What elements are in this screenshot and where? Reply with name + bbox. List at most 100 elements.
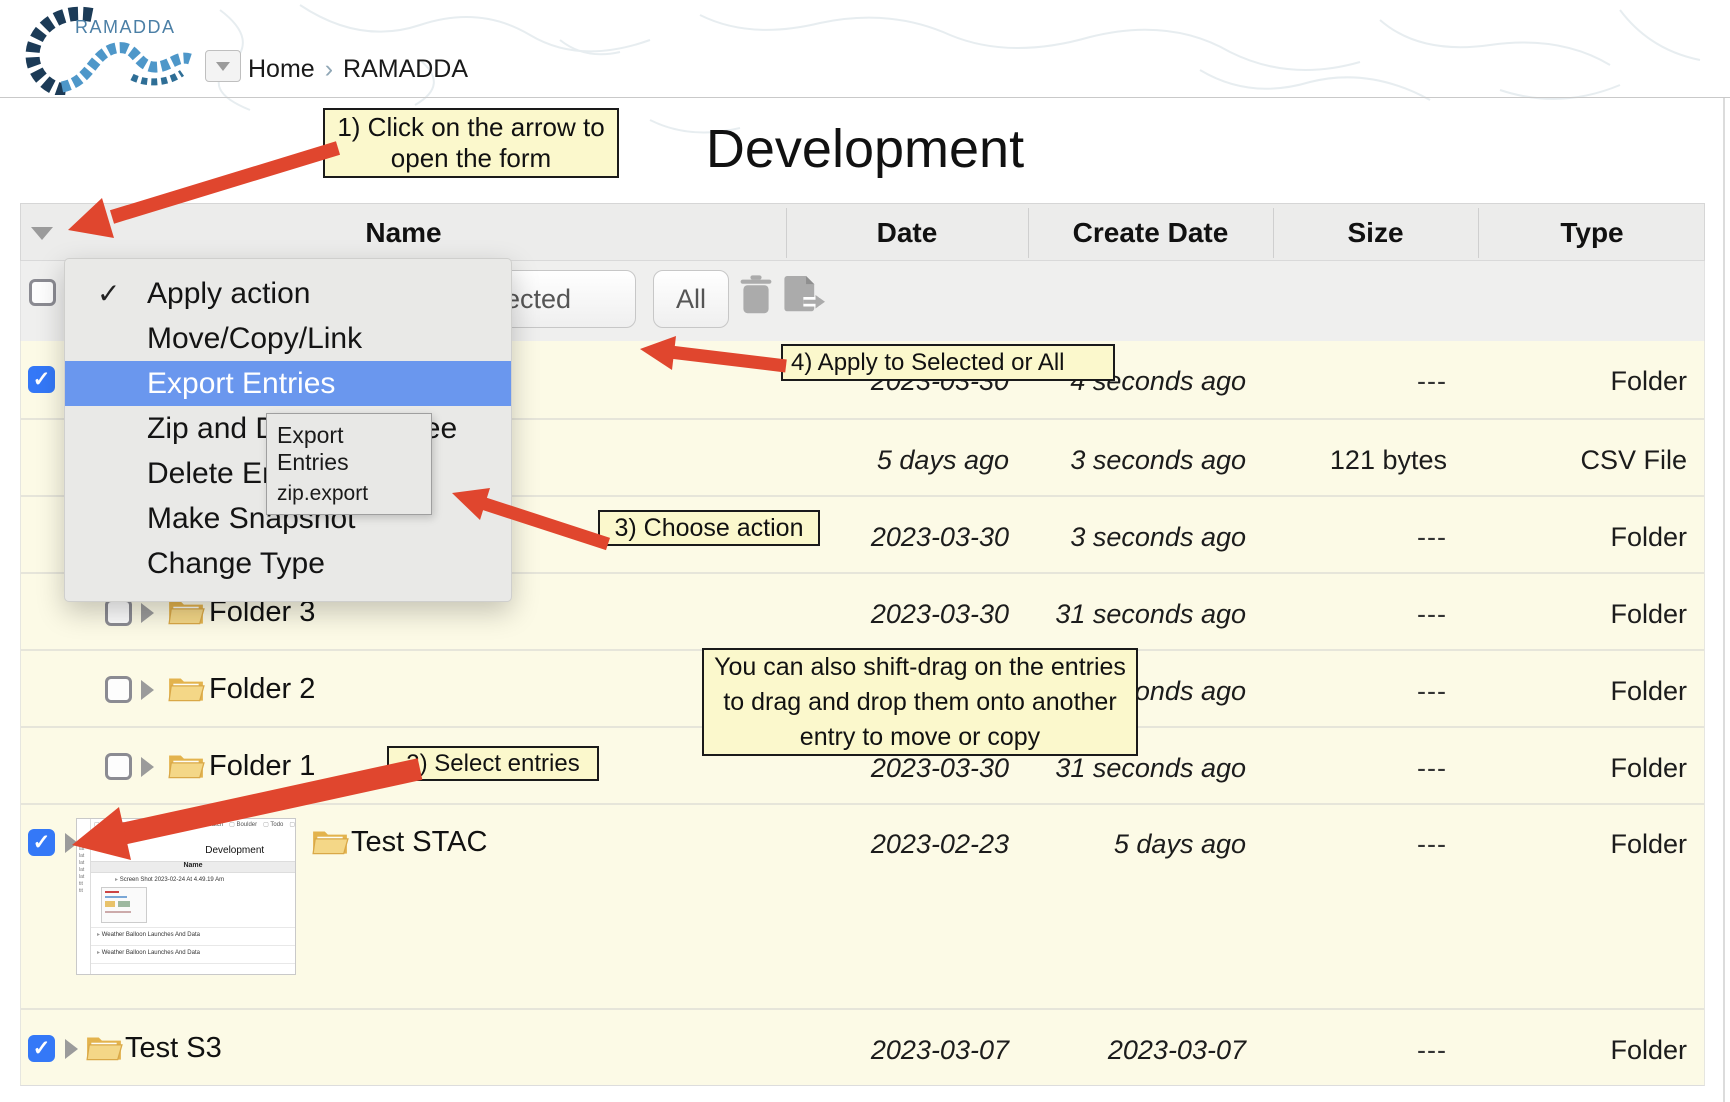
row-size: 121 bytes — [1330, 445, 1447, 476]
folder-icon — [311, 827, 349, 857]
thumbnail-bookmark: Todo — [263, 821, 283, 828]
chevron-down-icon — [216, 62, 230, 71]
breadcrumb-current: RAMADDA — [343, 55, 468, 84]
entry-name[interactable]: Folder 2 — [209, 673, 315, 706]
callout-step2: 2) Select entries — [387, 746, 599, 781]
thumbnail-breadcrumb: Top — [128, 833, 139, 840]
thumbnail-bookmark: Boulder — [229, 821, 257, 828]
row-type: Folder — [1610, 676, 1687, 707]
row-date: 5 days ago — [877, 445, 1009, 476]
entry-name[interactable]: Test S3 — [125, 1032, 222, 1065]
delete-icon[interactable] — [739, 274, 773, 316]
thumbnail-bookmark: Weather — [120, 821, 150, 828]
row-checkbox[interactable]: ✓ — [28, 1035, 55, 1062]
thumbnail-logo-row: ▾ Top — [91, 830, 295, 843]
page-title: Development — [0, 118, 1730, 180]
thumbnail-name-header: Name — [91, 861, 295, 873]
header-divider — [1478, 208, 1479, 258]
callout-drag-note: You can also shift-drag on the entries t… — [702, 648, 1138, 756]
row-checkbox[interactable] — [105, 676, 132, 703]
thumbnail-page-title: Development — [205, 845, 264, 856]
row-checkbox[interactable] — [105, 753, 132, 780]
row-create: 5 days ago — [1114, 829, 1246, 860]
tooltip-title: Export Entries — [277, 422, 421, 476]
row-type: Folder — [1610, 753, 1687, 784]
row-create: 3 seconds ago — [1070, 445, 1246, 476]
row-create: 2023-03-07 — [1108, 1035, 1246, 1066]
folder-icon — [85, 1033, 123, 1063]
thumbnail-entry: Screen Shot 2023-02-24 At 4.49.19 Am — [115, 876, 224, 883]
window-right-edge — [1723, 97, 1725, 1102]
column-header-name[interactable]: Name — [21, 204, 786, 262]
checkmark-icon: ✓ — [97, 271, 137, 316]
row-create: 3 seconds ago — [1070, 522, 1246, 553]
test-stac-thumbnail[interactable]: latlatlatlatlatlattittit Misc Weather RAMA… — [76, 818, 296, 975]
expand-arrow-icon[interactable] — [141, 757, 154, 777]
select-all-checkbox[interactable] — [29, 279, 56, 306]
thumbnail-content: Misc Weather RAMADDA Watch Boulder Todo Curren… — [91, 819, 295, 974]
row-size: --- — [1417, 522, 1447, 553]
thumbnail-bookmark: RAMADDA — [156, 821, 193, 828]
callout-step4: 4) Apply to Selected or All — [781, 344, 1115, 381]
thumbnail-bookmark: Misc — [94, 821, 114, 828]
row-date: 2023-03-30 — [871, 522, 1009, 553]
row-type: Folder — [1610, 1035, 1687, 1066]
callout-step1: 1) Click on the arrow to open the form — [323, 108, 619, 178]
thumbnail-ramadda-logo-icon — [94, 831, 116, 842]
row-size: --- — [1417, 366, 1447, 397]
row-checkbox[interactable]: ✓ — [28, 366, 55, 393]
breadcrumb-home-link[interactable]: Home — [248, 55, 315, 84]
entry-name[interactable]: Folder 1 — [209, 750, 315, 783]
row-size: --- — [1417, 599, 1447, 630]
thumbnail-entry: Weather Balloon Launches And Data — [97, 949, 200, 956]
row-size: --- — [1417, 1035, 1447, 1066]
header-divider — [786, 208, 787, 258]
callout-step3: 3) Choose action — [598, 510, 820, 546]
row-size: --- — [1417, 753, 1447, 784]
menu-item-apply-action[interactable]: Apply action✓ — [65, 271, 511, 316]
folder-icon — [167, 674, 205, 704]
column-header-size[interactable]: Size — [1273, 204, 1478, 262]
row-date: 2023-03-30 — [871, 753, 1009, 784]
column-header-type[interactable]: Type — [1478, 204, 1706, 262]
row-type: Folder — [1610, 829, 1687, 860]
row-create: 31 seconds ago — [1055, 599, 1246, 630]
tooltip-command: zip.export — [277, 482, 421, 506]
thumbnail-bookmark: Current — [289, 821, 295, 828]
thumbnail-bookmarks-bar: Misc Weather RAMADDA Watch Boulder Todo Curren… — [91, 819, 295, 830]
thumbnail-entry: Weather Balloon Launches And Data — [97, 931, 200, 938]
row-checkbox[interactable]: ✓ — [28, 829, 55, 856]
row-create: 31 seconds ago — [1055, 753, 1246, 784]
expand-arrow-icon[interactable] — [65, 1039, 78, 1059]
row-type: CSV File — [1580, 445, 1687, 476]
row-size: --- — [1417, 676, 1447, 707]
table-header: Name Date Create Date Size Type — [20, 203, 1705, 261]
expand-arrow-icon[interactable] — [141, 680, 154, 700]
breadcrumb: Home › RAMADDA — [248, 55, 468, 84]
column-header-date[interactable]: Date — [786, 204, 1028, 262]
menu-item-export-entries[interactable]: Export Entries — [65, 361, 511, 406]
expand-arrow-icon[interactable] — [141, 603, 154, 623]
export-icon[interactable] — [779, 272, 825, 318]
row-date: 2023-02-23 — [871, 829, 1009, 860]
breadcrumb-dropdown-button[interactable] — [205, 50, 241, 82]
row-date: 2023-03-30 — [871, 599, 1009, 630]
entry-name[interactable]: Test STAC — [351, 826, 487, 859]
logo-text: RAMADDA — [75, 17, 176, 38]
row-size: --- — [1417, 829, 1447, 860]
apply-to-all-button[interactable]: All — [653, 270, 729, 328]
menu-item-change-type[interactable]: Change Type — [65, 541, 511, 586]
row-checkbox[interactable] — [105, 599, 132, 626]
ramadda-page: RAMADDA Home › RAMADDA Development Name … — [0, 0, 1730, 1102]
breadcrumb-separator: › — [325, 55, 333, 84]
header-divider — [1273, 208, 1274, 258]
thumbnail-sidebar: latlatlatlatlatlattittit — [77, 819, 91, 974]
column-header-create-date[interactable]: Create Date — [1028, 204, 1273, 262]
top-nav: RAMADDA Home › RAMADDA — [0, 0, 1730, 98]
folder-icon — [167, 751, 205, 781]
menu-item-move-copy-link[interactable]: Move/Copy/Link — [65, 316, 511, 361]
row-date: 2023-03-07 — [871, 1035, 1009, 1066]
thumbnail-mini-image — [101, 887, 147, 923]
thumbnail-bookmark: Watch — [199, 821, 223, 828]
table-row: ✓ Test S3 2023-03-07 2023-03-07 --- Folder — [21, 1008, 1704, 1085]
